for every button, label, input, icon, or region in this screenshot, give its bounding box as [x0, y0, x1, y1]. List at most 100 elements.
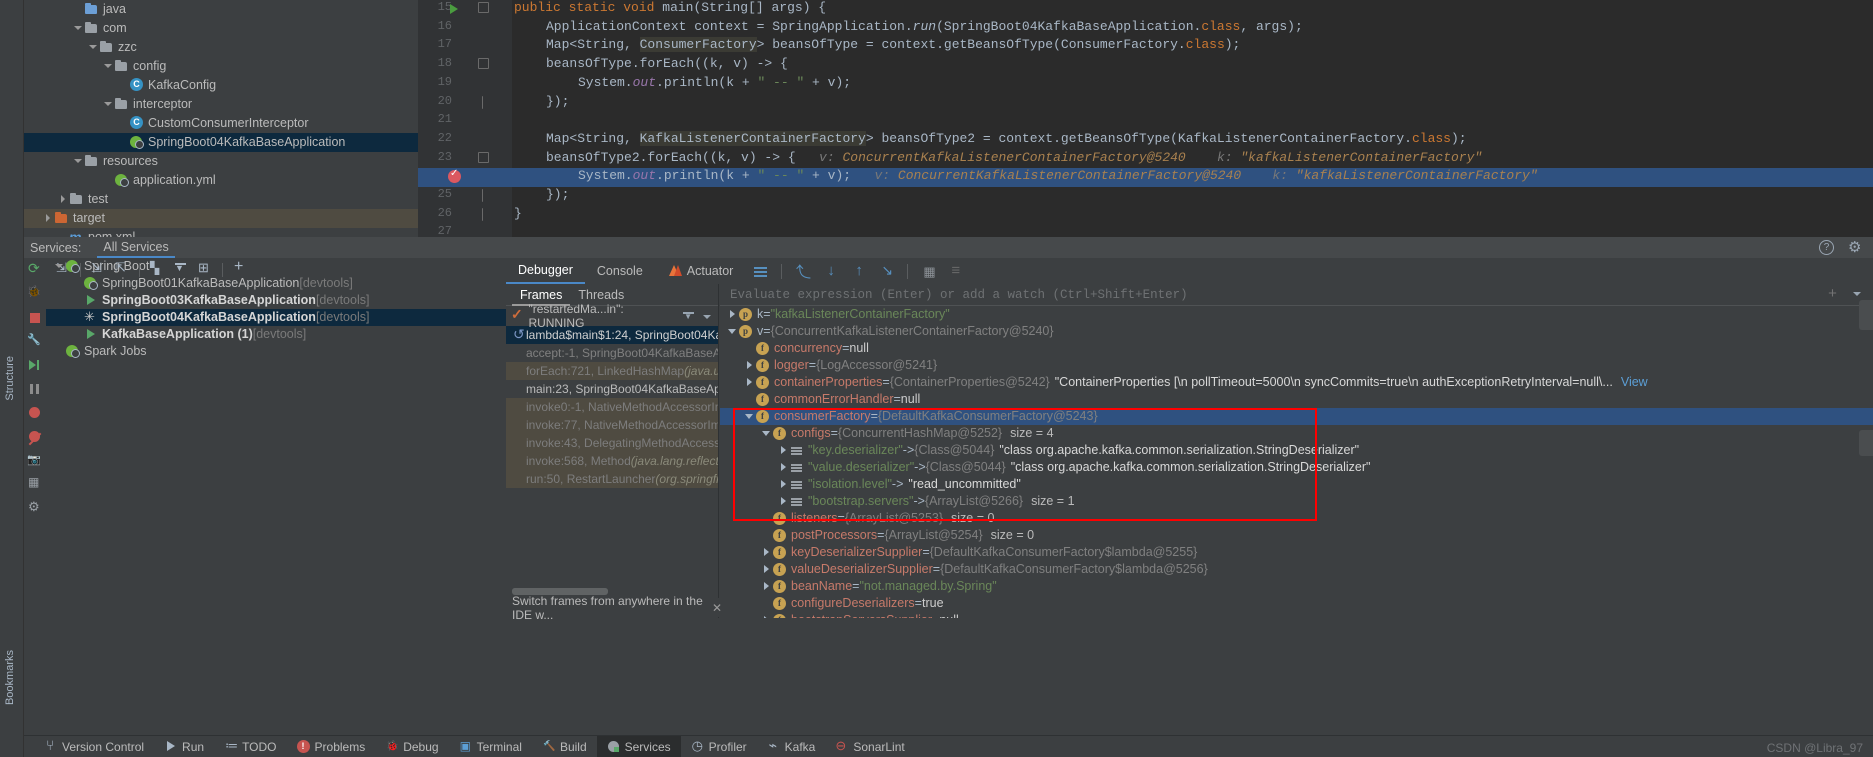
add-icon[interactable]: [229, 258, 251, 281]
run-gutter-icon[interactable]: [450, 4, 458, 14]
variable-row-containerproperties[interactable]: f containerProperties = {ContainerPropert…: [720, 374, 1873, 391]
status-bar-run[interactable]: Run: [154, 736, 214, 757]
view-breakpoints-icon[interactable]: [24, 402, 46, 426]
variable-row-commonerrorhandler[interactable]: f commonErrorHandler = null: [720, 391, 1873, 408]
code-editor[interactable]: 15161718192021222324252627 public static…: [418, 0, 1873, 237]
thread-selector[interactable]: "restartedMa...in": RUNNING: [506, 302, 718, 330]
frame-item[interactable]: forEach:721, LinkedHashMap (java.util): [506, 362, 718, 380]
editor-gutter[interactable]: 15161718192021222324252627: [418, 0, 512, 237]
status-bar-terminal[interactable]: Terminal: [449, 736, 532, 757]
services-tree-panel[interactable]: Spring BootSpringBoot01KafkaBaseApplicat…: [46, 258, 506, 618]
tab-all-services[interactable]: All Services: [97, 237, 175, 258]
chevron-down-icon[interactable]: [54, 261, 65, 272]
project-tree-item-zzc[interactable]: zzc: [24, 38, 418, 57]
status-bar-todo[interactable]: TODO: [214, 736, 286, 757]
right-side-panel-button-2[interactable]: [1859, 430, 1873, 456]
code-fold-icon[interactable]: [478, 187, 489, 202]
chevron-down-icon[interactable]: [88, 42, 99, 53]
variable-row-configs[interactable]: f configs = {ConcurrentHashMap@5252} size …: [720, 425, 1873, 442]
frame-item[interactable]: invoke:77, NativeMethodAccessorImpl (: [506, 416, 718, 434]
code-fold-icon[interactable]: [478, 206, 489, 221]
variables-tree[interactable]: pk = "kafkaListenerContainerFactory" p v =…: [720, 306, 1873, 629]
tab-actuator[interactable]: Actuator: [655, 258, 746, 284]
layout-icon[interactable]: [24, 474, 46, 498]
view-link[interactable]: View: [1621, 374, 1648, 391]
code-fold-icon[interactable]: [478, 150, 489, 163]
frames-panel[interactable]: FramesThreads "restartedMa...in": RUNNIN…: [506, 284, 719, 618]
evaluate-icon[interactable]: [921, 264, 936, 280]
chevron-right-icon[interactable]: [760, 563, 773, 576]
frame-item[interactable]: invoke:568, Method (java.lang.reflect): [506, 452, 718, 470]
service-item-springboot04kafkabaseapplication[interactable]: SpringBoot04KafkaBaseApplication [devtoo…: [46, 308, 506, 326]
gear-icon[interactable]: [24, 498, 46, 522]
service-item-springboot03kafkabaseapplication[interactable]: SpringBoot03KafkaBaseApplication [devtoo…: [46, 292, 506, 309]
variable-row-listeners[interactable]: f listeners = {ArrayList@5253} size = 0: [720, 510, 1873, 527]
chevron-down-icon[interactable]: [73, 23, 84, 34]
chevron-down-icon[interactable]: [103, 61, 114, 72]
status-bar-version-control[interactable]: Version Control: [34, 736, 154, 757]
step-into-icon[interactable]: [823, 262, 838, 279]
variable-row-postprocessors[interactable]: f postProcessors = {ArrayList@5254} size =…: [720, 527, 1873, 544]
variable-row-k[interactable]: pk = "kafkaListenerContainerFactory": [720, 306, 1873, 323]
add-watch-icon[interactable]: [1825, 284, 1840, 306]
frame-item[interactable]: invoke0:-1, NativeMethodAccessorImpl: [506, 398, 718, 416]
project-tree-item-pom-xml[interactable]: pom.xml: [24, 228, 418, 237]
settings-wrench-icon[interactable]: [24, 330, 46, 354]
variable-row-bootstrap-servers[interactable]: "bootstrap.servers" -> {ArrayList@5266} s…: [720, 493, 1873, 510]
project-tree-panel[interactable]: java com zzc config KafkaConfig interceptor Cu…: [24, 0, 418, 237]
variable-row-beanname[interactable]: f beanName = "not.managed.by.Spring": [720, 578, 1873, 595]
variable-row-logger[interactable]: f logger = {LogAccessor@5241}: [720, 357, 1873, 374]
variable-row-valuedeserializersupplier[interactable]: f valueDeserializerSupplier = {DefaultKaf…: [720, 561, 1873, 578]
close-icon[interactable]: ✕: [712, 601, 722, 615]
project-tree-item-config[interactable]: config: [24, 57, 418, 76]
chevron-right-icon[interactable]: [777, 444, 790, 457]
chevron-down-icon[interactable]: [743, 410, 756, 423]
help-icon[interactable]: [1819, 240, 1834, 255]
left-tool-strip[interactable]: Structure Bookmarks: [0, 0, 24, 757]
variable-row-consumerfactory[interactable]: f consumerFactory = {DefaultKafkaConsumer…: [720, 408, 1873, 425]
status-bar-sonarlint[interactable]: SonarLint: [825, 736, 914, 757]
debugger-tab-bar[interactable]: Debugger Console Actuator: [506, 258, 1873, 284]
chevron-right-icon[interactable]: [760, 546, 773, 559]
variable-row-isolation-level[interactable]: "isolation.level" -> "read_uncommitted": [720, 476, 1873, 493]
project-tree-item-springboot04kafkabaseapplication[interactable]: SpringBoot04KafkaBaseApplication: [24, 133, 418, 152]
project-tree-item-com[interactable]: com: [24, 19, 418, 38]
project-tree-item-application-yml[interactable]: application.yml: [24, 171, 418, 190]
variable-row-configuredeserializers[interactable]: f configureDeserializers = true: [720, 595, 1873, 612]
chevron-right-icon[interactable]: [43, 213, 54, 224]
breakpoint-icon[interactable]: [448, 168, 461, 183]
chevron-down-icon[interactable]: [726, 325, 739, 338]
right-side-panel-button[interactable]: [1859, 300, 1873, 330]
resume-program-icon[interactable]: [24, 354, 46, 378]
service-item-spark-jobs[interactable]: Spark Jobs: [46, 343, 506, 360]
filter-icon[interactable]: [170, 259, 192, 281]
mute-breakpoints-icon[interactable]: [24, 426, 46, 450]
chevron-down-icon[interactable]: [73, 156, 84, 167]
stop-icon[interactable]: [24, 306, 46, 330]
chevron-down-icon[interactable]: [103, 99, 114, 110]
pause-program-icon[interactable]: [24, 378, 46, 402]
project-tree-item-kafkaconfig[interactable]: KafkaConfig: [24, 76, 418, 95]
services-side-toolbar[interactable]: [24, 258, 46, 618]
variable-row-keydeserializersupplier[interactable]: f keyDeserializerSupplier = {DefaultKafka…: [720, 544, 1873, 561]
status-bar-profiler[interactable]: Profiler: [681, 736, 757, 757]
tab-console[interactable]: Console: [585, 258, 655, 284]
layout-menu-icon[interactable]: [753, 264, 768, 279]
rerun-icon[interactable]: [24, 258, 46, 282]
code-fold-icon[interactable]: [478, 56, 489, 70]
variable-row-v[interactable]: pv = {ConcurrentKafkaListenerContainerFa…: [720, 323, 1873, 340]
chevron-right-icon[interactable]: [743, 376, 756, 389]
status-bar-debug[interactable]: Debug: [375, 736, 448, 757]
debugger-toolbar[interactable]: [753, 262, 964, 280]
code-fold-icon[interactable]: [478, 94, 489, 109]
collapse-all-icon[interactable]: [111, 259, 133, 281]
debug-icon[interactable]: [24, 282, 46, 306]
camera-icon[interactable]: [24, 450, 46, 474]
project-tree-item-interceptor[interactable]: interceptor: [24, 95, 418, 114]
chevron-down-icon[interactable]: [760, 427, 773, 440]
frame-item[interactable]: run:50, RestartLauncher (org.springfram: [506, 470, 718, 488]
chevron-right-icon[interactable]: [743, 359, 756, 372]
status-bar-problems[interactable]: Problems: [287, 736, 376, 757]
chevron-right-icon[interactable]: [777, 461, 790, 474]
project-tree-item-resources[interactable]: resources: [24, 152, 418, 171]
